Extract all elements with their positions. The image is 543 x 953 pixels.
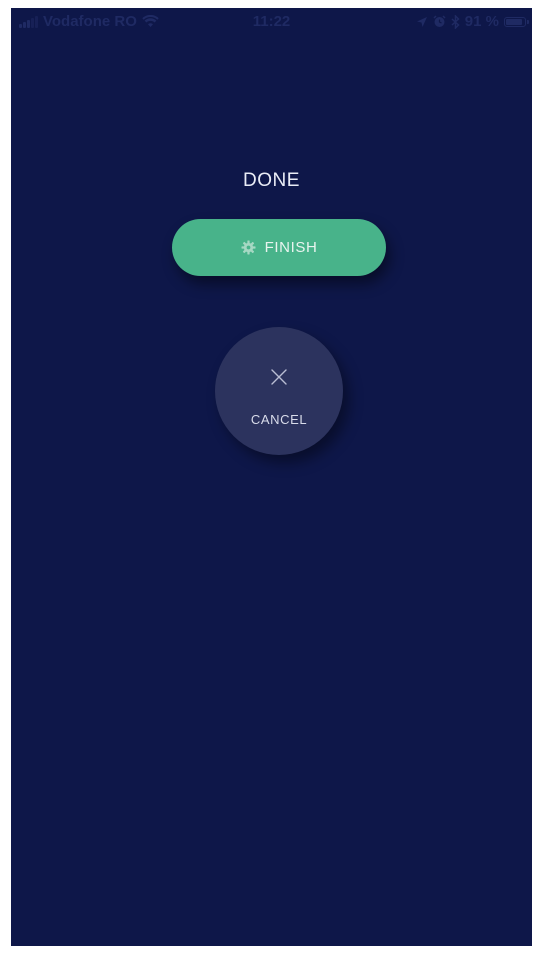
app-screen: Vodafone RO 11:22 91 % DONE FINISH CANCE…	[11, 8, 532, 946]
alarm-icon	[433, 15, 446, 27]
location-icon	[416, 16, 427, 27]
cancel-button[interactable]: CANCEL	[215, 327, 343, 455]
close-icon	[271, 369, 287, 385]
battery-percent: 91 %	[464, 13, 499, 30]
battery-fill	[506, 18, 523, 25]
cancel-button-label: CANCEL	[250, 412, 308, 427]
finish-button[interactable]: FINISH	[172, 219, 386, 276]
battery-icon	[504, 16, 529, 27]
gear-icon	[241, 240, 256, 255]
finish-button-label: FINISH	[264, 239, 318, 256]
page-title: DONE	[243, 170, 300, 191]
bluetooth-icon	[451, 14, 460, 29]
status-bar: Vodafone RO 11:22 91 %	[11, 8, 532, 34]
status-right: 91 %	[416, 13, 529, 30]
